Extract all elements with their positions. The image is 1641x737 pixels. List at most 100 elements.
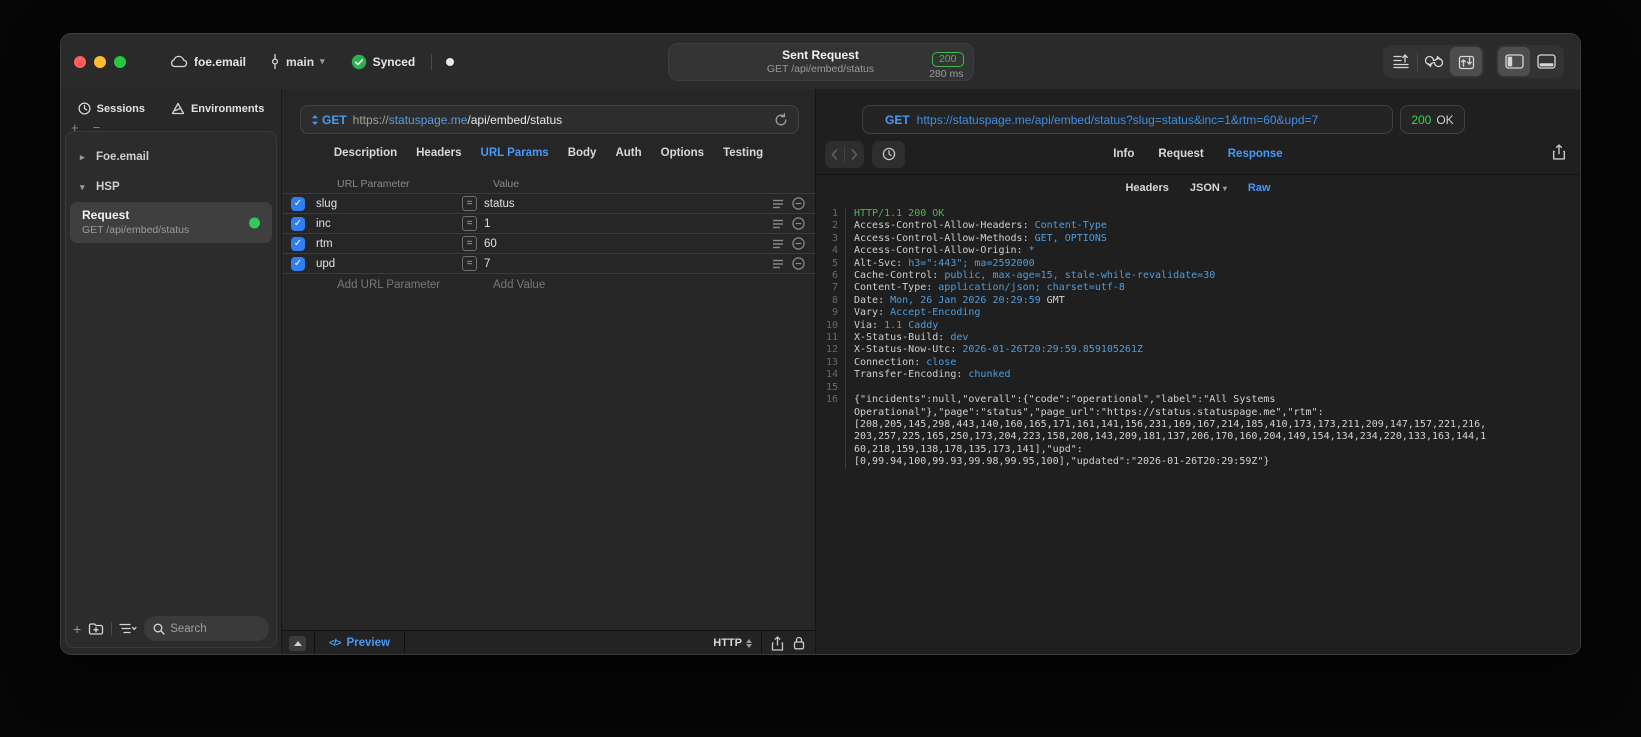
tab-options[interactable]: Options (661, 147, 704, 159)
request-list-item[interactable]: Request GET /api/embed/status (70, 202, 272, 243)
protocol-selector[interactable]: HTTP (713, 637, 752, 649)
line-number: 15 (816, 381, 846, 395)
share-request-button[interactable] (771, 635, 784, 651)
chevron-down-icon: ▾ (320, 56, 325, 66)
back-button[interactable] (825, 148, 844, 160)
bottom-panel-icon (1536, 54, 1556, 69)
branch-selector[interactable]: main ▾ (270, 54, 325, 69)
session-add-remove[interactable]: +− (71, 120, 114, 135)
window-subtitle: GET /api/embed/status (766, 62, 875, 75)
request-method[interactable]: GET (322, 113, 347, 127)
param-name-field[interactable]: inc (316, 218, 462, 230)
remove-param-icon[interactable] (792, 237, 805, 250)
param-value-field[interactable]: 1 (484, 218, 772, 230)
response-status-code: 200 (1411, 112, 1432, 127)
equals-icon: = (462, 196, 477, 211)
sync-requests-button[interactable] (1418, 47, 1450, 76)
lock-button[interactable] (793, 636, 805, 650)
param-checkbox[interactable]: ✓ (291, 216, 305, 231)
drag-handle-icon[interactable] (772, 199, 784, 209)
response-raw-view: 1 HTTP/1.1 200 OK 2 Access-Control-Allow-He… (816, 208, 1580, 469)
add-url-parameter-button[interactable]: Add URL Parameter (282, 279, 493, 291)
forward-button[interactable] (845, 148, 864, 160)
zoom-window-button[interactable] (114, 55, 126, 68)
tree-item-hsp[interactable]: ▾ HSP (66, 174, 276, 200)
drag-handle-icon[interactable] (772, 219, 784, 229)
subtab-headers[interactable]: Headers (1125, 182, 1168, 194)
tree-item-foe-email[interactable]: ▸ Foe.email (66, 144, 276, 170)
tab-response[interactable]: Response (1228, 148, 1283, 160)
search-input[interactable]: Search (144, 616, 269, 641)
code-line: 203,257,225,165,250,173,204,223,158,208,… (816, 431, 1580, 444)
line-text: Vary: Accept-Encoding (854, 307, 981, 319)
branch-icon (271, 54, 279, 69)
param-name-field[interactable]: rtm (316, 238, 462, 250)
tab-url-params[interactable]: URL Params (481, 147, 549, 159)
tab-request[interactable]: Request (1158, 148, 1203, 160)
param-checkbox[interactable]: ✓ (291, 256, 305, 271)
sync-status-label: Synced (372, 54, 416, 69)
add-value-button[interactable]: Add Value (493, 279, 815, 291)
param-value-field[interactable]: status (484, 198, 772, 210)
remove-param-icon[interactable] (792, 197, 805, 210)
param-checkbox[interactable]: ✓ (291, 236, 305, 251)
tab-headers[interactable]: Headers (416, 147, 461, 159)
tab-auth[interactable]: Auth (615, 147, 641, 159)
export-list-button[interactable] (1385, 47, 1417, 76)
param-rows: ✓ slug = status ✓ inc = 1 ✓ rtm = 60 ✓ upd = 7 (282, 193, 815, 273)
tree-item-label: HSP (96, 181, 120, 193)
url-params-table: URL Parameter Value ✓ slug = status ✓ inc = 1 ✓ r… (282, 174, 815, 295)
add-folder-button[interactable] (88, 622, 104, 635)
tab-description[interactable]: Description (334, 147, 397, 159)
toolbar-group-actions (1383, 45, 1484, 78)
line-text: Access-Control-Allow-Origin: * (854, 245, 1035, 257)
url-host[interactable]: statuspage.me (389, 113, 468, 127)
drag-handle-icon[interactable] (772, 239, 784, 249)
add-request-button[interactable]: + (73, 621, 81, 637)
param-name-field[interactable]: slug (316, 198, 462, 210)
param-value-field[interactable]: 7 (484, 258, 772, 270)
param-value-field[interactable]: 60 (484, 238, 772, 250)
toggle-sidebar-button[interactable] (1498, 47, 1530, 76)
column-header-value: Value (493, 177, 520, 190)
sync-status[interactable]: Synced (351, 54, 416, 70)
folder-plus-icon (89, 623, 104, 635)
sort-options-button[interactable] (119, 623, 137, 634)
line-number: 10 (816, 319, 846, 333)
history-clock-icon (78, 102, 91, 115)
code-icon: </> (329, 637, 342, 649)
param-name-field[interactable]: upd (316, 258, 462, 270)
tab-environments[interactable]: Environments (171, 102, 264, 115)
tab-info[interactable]: Info (1113, 148, 1134, 160)
remove-param-icon[interactable] (792, 257, 805, 270)
param-row-upd: ✓ upd = 7 (282, 253, 815, 273)
url-scheme[interactable]: https:// (353, 113, 389, 127)
line-number (816, 443, 846, 457)
search-icon (153, 623, 165, 635)
tab-testing[interactable]: Testing (723, 147, 763, 159)
chevron-right-icon (851, 148, 858, 160)
subtab-raw[interactable]: Raw (1248, 182, 1271, 194)
expand-panel-button[interactable] (289, 635, 306, 651)
resend-request-button[interactable] (774, 112, 788, 127)
tab-sessions[interactable]: Sessions (78, 102, 145, 115)
response-panel: GET https://statuspage.me/api/embed/stat… (816, 89, 1580, 654)
project-menu[interactable]: foe.email (170, 55, 246, 69)
history-button[interactable] (872, 140, 905, 168)
subtab-json[interactable]: JSON ▾ (1190, 182, 1227, 194)
minimize-window-button[interactable] (94, 55, 106, 68)
method-stepper-icon (312, 114, 318, 125)
preview-button[interactable]: </> Preview (329, 637, 390, 649)
line-text: HTTP/1.1 200 OK (854, 208, 945, 219)
line-text: [0,99.94,100,99.93,99.98,99.95,100],"upd… (854, 456, 1270, 468)
remove-param-icon[interactable] (792, 217, 805, 230)
drag-handle-icon[interactable] (772, 259, 784, 269)
import-export-button[interactable] (1450, 47, 1482, 76)
toggle-bottom-panel-button[interactable] (1530, 47, 1562, 76)
url-path[interactable]: /api/embed/status (467, 113, 562, 127)
export-response-button[interactable] (1552, 144, 1566, 165)
param-checkbox[interactable]: ✓ (291, 196, 305, 211)
close-window-button[interactable] (74, 55, 86, 68)
tab-body[interactable]: Body (568, 147, 597, 159)
request-url-bar[interactable]: GET https://statuspage.me/api/embed/stat… (300, 105, 799, 134)
